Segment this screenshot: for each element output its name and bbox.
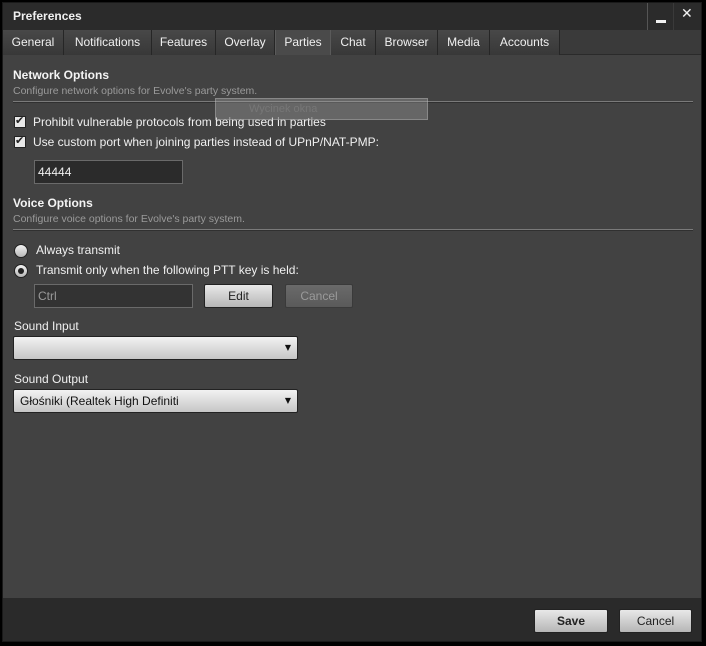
port-input[interactable]: 44444: [34, 160, 183, 184]
always-transmit-radio[interactable]: [14, 244, 28, 258]
tab-parties[interactable]: Parties: [275, 30, 331, 55]
voice-divider: [13, 229, 693, 231]
tab-general[interactable]: General: [3, 30, 64, 55]
network-options-title: Network Options: [13, 68, 110, 82]
save-button[interactable]: Save: [534, 609, 608, 633]
cancel-ptt-button[interactable]: Cancel: [285, 284, 353, 308]
sound-output-label: Sound Output: [14, 372, 89, 386]
always-transmit-label: Always transmit: [36, 243, 121, 257]
caret-down-icon: ▼: [284, 343, 291, 352]
tab-browser[interactable]: Browser: [376, 30, 438, 55]
edit-ptt-button[interactable]: Edit: [204, 284, 273, 308]
cancel-button[interactable]: Cancel: [619, 609, 692, 633]
tab-bar: General Notifications Features Overlay P…: [3, 30, 701, 55]
title-bar[interactable]: Preferences ✕: [3, 3, 701, 30]
footer-bar: Save Cancel: [3, 598, 701, 641]
ptt-key-input[interactable]: Ctrl: [34, 284, 193, 308]
minimize-icon: [656, 20, 666, 23]
tab-chat[interactable]: Chat: [331, 30, 376, 55]
caret-down-icon: ▼: [284, 396, 291, 405]
ptt-label: Transmit only when the following PTT key…: [36, 263, 299, 277]
voice-options-title: Voice Options: [13, 196, 93, 210]
sound-output-value: Głośniki (Realtek High Definiti: [20, 394, 179, 408]
tab-features[interactable]: Features: [152, 30, 216, 55]
custom-port-label: Use custom port when joining parties ins…: [33, 135, 379, 149]
sound-input-label: Sound Input: [14, 319, 79, 333]
preferences-window: Preferences ✕ General Notifications Feat…: [2, 2, 702, 642]
custom-port-checkbox[interactable]: ✔: [14, 134, 26, 148]
tab-overlay[interactable]: Overlay: [216, 30, 275, 55]
minimize-button[interactable]: [647, 3, 673, 30]
sound-input-select[interactable]: ▼: [13, 336, 298, 360]
check-icon: ✔: [15, 114, 25, 127]
check-icon: ✔: [15, 134, 25, 147]
tab-notifications[interactable]: Notifications: [64, 30, 152, 55]
voice-options-subtitle: Configure voice options for Evolve's par…: [13, 213, 245, 225]
ptt-radio[interactable]: [14, 264, 28, 278]
close-button[interactable]: ✕: [673, 3, 699, 30]
network-options-subtitle: Configure network options for Evolve's p…: [13, 85, 258, 97]
close-icon: ✕: [681, 6, 693, 22]
prohibit-protocols-checkbox[interactable]: ✔: [14, 114, 26, 128]
window-title: Preferences: [13, 9, 82, 23]
window-snip-tooltip: Wycinek okna: [215, 98, 428, 120]
sound-output-select[interactable]: Głośniki (Realtek High Definiti ▼: [13, 389, 298, 413]
parties-panel: Network Options Configure network option…: [3, 55, 701, 598]
tab-media[interactable]: Media: [438, 30, 490, 55]
tab-accounts[interactable]: Accounts: [490, 30, 560, 55]
